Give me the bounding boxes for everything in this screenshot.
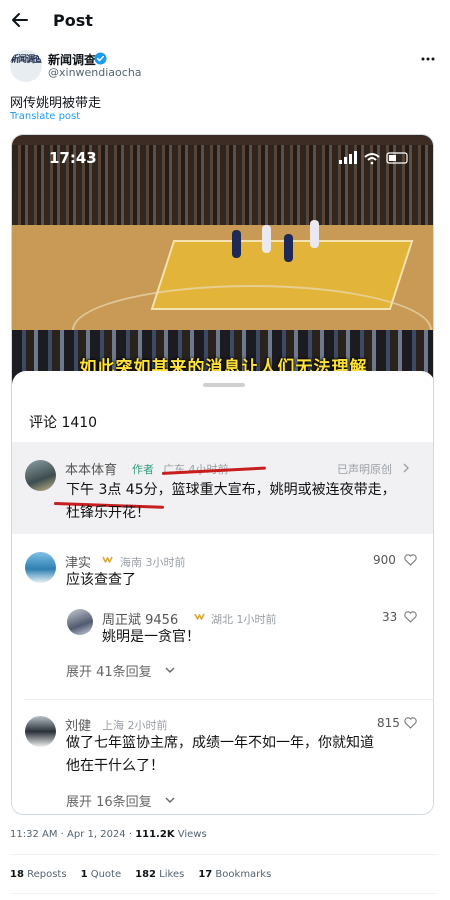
expand-replies-button[interactable]: 展开 41条回复 <box>66 661 152 680</box>
reposts-stat[interactable]: 18 Reposts <box>10 869 67 880</box>
timestamp-text[interactable]: 11:32 AM · Apr 1, 2024 · <box>10 829 135 840</box>
verified-badge-icon <box>94 52 107 65</box>
comment-divider <box>24 699 433 700</box>
commenter-avatar[interactable] <box>25 460 56 491</box>
comment-meta: 湖北 1小时前 <box>211 613 277 626</box>
chevron-right-icon <box>403 463 409 473</box>
page-title: Post <box>53 11 93 30</box>
player-figure <box>232 230 241 258</box>
footer-divider <box>10 893 438 894</box>
commenter-avatar[interactable] <box>67 609 93 635</box>
crown-icon <box>102 556 113 563</box>
author-handle[interactable]: @xinwendiaocha <box>48 66 142 79</box>
comment-meta: 海南 3小时前 <box>120 556 186 569</box>
expand-replies-button[interactable]: 展开 16条回复 <box>66 791 152 810</box>
heart-icon[interactable] <box>404 717 417 729</box>
sheet-drag-handle[interactable] <box>203 383 245 387</box>
comment-text: 姚明是一贪官！ <box>102 629 200 645</box>
avatar[interactable]: 新闻调查 <box>10 50 42 82</box>
author-tag: 作者 <box>132 463 154 476</box>
footer-divider <box>10 854 438 855</box>
like-count: 815 <box>377 716 400 730</box>
views-label: Views <box>174 829 207 840</box>
translate-post-link[interactable]: Translate post <box>10 111 80 122</box>
crown-icon <box>194 613 205 620</box>
comment-text: 杜锋乐开花！ <box>66 505 150 521</box>
like-count: 900 <box>373 553 396 567</box>
views-count: 111.2K <box>135 829 175 840</box>
commenter-avatar[interactable] <box>25 552 56 583</box>
comment-meta: 上海 2小时前 <box>102 719 168 732</box>
commenter-name[interactable]: 本本体育 <box>65 459 117 478</box>
commenter-avatar[interactable] <box>25 716 56 747</box>
comments-sheet: 评论 1410 本本体育 作者 广东 4小时前 已声明原创 下午 3点 45分，… <box>12 371 433 814</box>
players <box>222 220 342 280</box>
avatar-logo-text: 新闻调查 <box>10 55 42 65</box>
comment-text: 应该查查了 <box>66 572 136 588</box>
comment-text: 下午 3点 45分，篮球重大宣布，姚明或被连夜带走， <box>66 482 396 498</box>
player-figure <box>262 225 271 253</box>
top-bar: Post <box>0 0 450 44</box>
player-figure <box>284 234 293 262</box>
post-timestamp: 11:32 AM · Apr 1, 2024 · 111.2K Views <box>10 829 207 840</box>
chevron-down-icon <box>165 797 175 803</box>
chevron-down-icon <box>165 667 175 673</box>
video-frame[interactable]: 17:43 如此突如其来的消息让人们无法理解 <box>12 135 433 395</box>
heart-icon[interactable] <box>404 554 417 566</box>
quotes-stat[interactable]: 1 Quote <box>81 869 122 880</box>
comment-text: 做了七年篮协主席，成绩一年不如一年，你就知道 <box>66 735 374 751</box>
like-count: 33 <box>382 610 398 624</box>
player-figure <box>310 220 319 248</box>
comment-text: 他在干什么了！ <box>66 758 164 774</box>
post-media[interactable]: 17:43 如此突如其来的消息让人们无法理解 评论 1410 本本体育 作者 广… <box>11 134 434 815</box>
status-time: 17:43 <box>49 149 97 167</box>
bookmarks-stat[interactable]: 17 Bookmarks <box>198 869 271 880</box>
status-icons <box>339 151 408 165</box>
heart-icon[interactable] <box>404 611 417 623</box>
engagement-stats: 18 Reposts 1 Quote 182 Likes 17 Bookmark… <box>10 869 271 880</box>
back-arrow-icon[interactable] <box>10 10 30 30</box>
comment-count: 评论 1410 <box>29 415 98 431</box>
likes-stat[interactable]: 182 Likes <box>135 869 184 880</box>
pinned-comment: 本本体育 作者 广东 4小时前 已声明原创 下午 3点 45分，篮球重大宣布，姚… <box>12 442 433 534</box>
original-declaration[interactable]: 已声明原创 <box>337 461 392 477</box>
post-text: 网传姚明被带走 <box>10 96 102 111</box>
more-icon[interactable] <box>418 53 438 65</box>
